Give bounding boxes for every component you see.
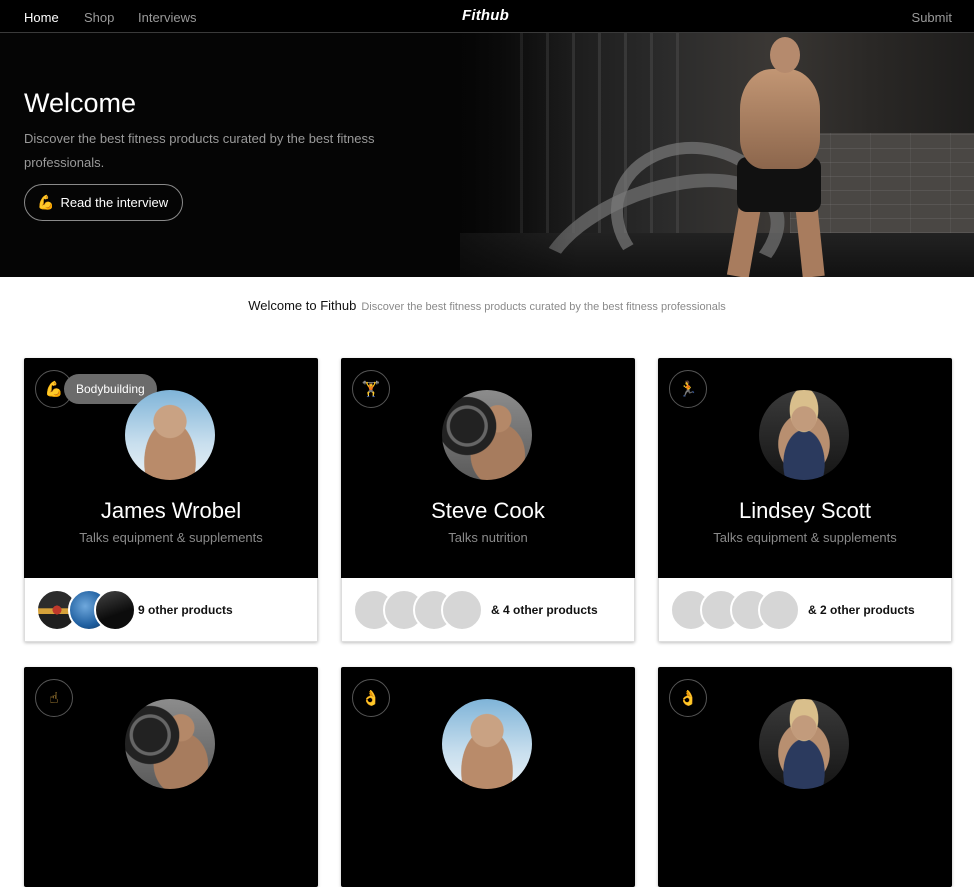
card-name: Lindsey Scott: [738, 498, 872, 523]
ok-hand-icon[interactable]: 👌: [669, 679, 707, 717]
interview-card-lindsey-scott[interactable]: 🏃 Lindsey Scott Talks equipment & supple…: [658, 358, 952, 642]
nav-interviews-link[interactable]: Interviews: [138, 10, 197, 25]
other-products-link[interactable]: & 4 other products: [491, 603, 598, 617]
avatar: [442, 699, 532, 789]
avatar: [759, 699, 849, 789]
intro-line: Welcome to Fithub Discover the best fitne…: [0, 298, 974, 313]
interview-card[interactable]: 👌: [658, 667, 952, 887]
card-name: James Wrobel: [100, 498, 242, 523]
weight-lifter-icon[interactable]: 🏋: [352, 370, 390, 408]
read-interview-label: Read the interview: [60, 195, 169, 210]
other-products-link[interactable]: & 2 other products: [808, 603, 915, 617]
nav-home-link[interactable]: Home: [24, 10, 59, 25]
card-name: Steve Cook: [431, 498, 545, 523]
card-subtitle: Talks equipment & supplements: [713, 530, 897, 545]
product-thumbnail-placeholder[interactable]: [441, 588, 483, 631]
other-products-link[interactable]: & 9 other products: [126, 603, 233, 617]
avatar: [125, 699, 215, 789]
avatar: [759, 390, 849, 480]
hero-banner: Welcome Discover the best fitness produc…: [0, 33, 974, 277]
read-interview-button[interactable]: 💪 Read the interview: [24, 184, 184, 221]
interview-card[interactable]: ☝: [24, 667, 318, 887]
interview-card[interactable]: 👌: [341, 667, 635, 887]
logo[interactable]: Fithub: [462, 7, 509, 24]
flexed-biceps-icon: 💪: [37, 194, 55, 210]
nav-shop-link[interactable]: Shop: [84, 10, 114, 25]
avatar: [442, 390, 532, 480]
runner-icon[interactable]: 🏃: [669, 370, 707, 408]
interview-card-james-wrobel[interactable]: 💪 Bodybuilding James Wrobel Talks equipm…: [24, 358, 318, 642]
hero-title: Welcome: [24, 88, 137, 118]
hero-description: Discover the best fitness products curat…: [24, 131, 375, 170]
intro-title: Welcome to Fithub: [248, 298, 357, 313]
card-subtitle: Talks equipment & supplements: [79, 530, 263, 545]
product-thumbnail-placeholder[interactable]: [758, 588, 800, 631]
nav-submit-link[interactable]: Submit: [912, 10, 952, 25]
ok-hand-icon[interactable]: 👌: [352, 679, 390, 717]
pointing-up-icon[interactable]: ☝: [35, 679, 73, 717]
product-thumbnail[interactable]: [94, 588, 136, 631]
top-nav: Home Shop Interviews Fithub Submit: [0, 0, 974, 33]
avatar: [125, 390, 215, 480]
interview-card-steve-cook[interactable]: 🏋 Steve Cook Talks nutrition & 4 other p…: [341, 358, 635, 642]
card-subtitle: Talks nutrition: [448, 530, 528, 545]
intro-subtitle: Discover the best fitness products curat…: [361, 301, 726, 313]
